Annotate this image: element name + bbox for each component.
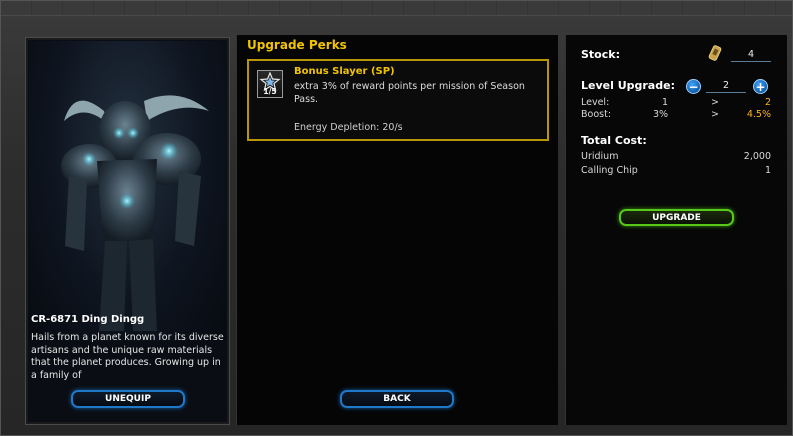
level-to: 2 (764, 97, 771, 108)
boost-to: 4.5% (746, 109, 771, 120)
cost-row: Calling Chip 1 (581, 165, 771, 177)
level-from: 1 (662, 97, 669, 108)
star-chevron-icon: 1/5 (257, 70, 283, 98)
level-upgrade-label: Level Upgrade: (581, 79, 675, 92)
character-description: Hails from a planet known for its divers… (31, 332, 224, 381)
stock-value: 4 (731, 49, 771, 62)
cost-value: 2,000 (743, 151, 771, 162)
perk-card[interactable]: 1/5 Bonus Slayer (SP) extra 3% of reward… (247, 59, 549, 141)
level-arrow: > (711, 97, 719, 108)
cost-name: Uridium (581, 151, 619, 162)
character-name: CR-6871 Ding Dingg (31, 314, 145, 325)
cost-name: Calling Chip (581, 165, 638, 176)
perk-level: 1/5 (263, 87, 277, 96)
boost-arrow: > (711, 109, 719, 120)
cost-value: 1 (764, 165, 771, 176)
perk-name: Bonus Slayer (SP) (294, 66, 395, 77)
increase-level-button[interactable]: + (753, 79, 768, 94)
perks-title: Upgrade Perks (247, 38, 347, 52)
boost-label: Boost: (581, 109, 612, 120)
character-panel: CR-6871 Ding Dingg Hails from a planet k… (25, 37, 230, 425)
unequip-button[interactable]: UNEQUIP (71, 390, 185, 408)
decrease-level-button[interactable]: − (686, 79, 701, 94)
back-button[interactable]: BACK (340, 390, 454, 408)
total-cost-label: Total Cost: (581, 134, 647, 147)
upgrade-button[interactable]: UPGRADE (619, 209, 734, 226)
boost-from: 3% (653, 109, 669, 120)
character-portrait (29, 41, 226, 341)
level-row: Level: 1 > 2 (581, 97, 771, 109)
stock-label: Stock: (581, 48, 620, 61)
level-label: Level: (581, 97, 610, 108)
perks-panel: Upgrade Perks 1/5 Bonus Slayer (SP) extr… (236, 35, 558, 425)
perk-description: extra 3% of reward points per mission of… (294, 81, 525, 105)
boost-row: Boost: 3% > 4.5% (581, 109, 771, 121)
level-upgrade-value[interactable]: 2 (706, 80, 746, 93)
calling-chip-icon (708, 44, 722, 62)
cost-row: Uridium 2,000 (581, 151, 771, 163)
upgrade-panel: Stock: 4 Level Upgrade: − 2 + Level: 1 >… (565, 35, 787, 425)
perk-energy-depletion: Energy Depletion: 20/s (294, 122, 403, 133)
